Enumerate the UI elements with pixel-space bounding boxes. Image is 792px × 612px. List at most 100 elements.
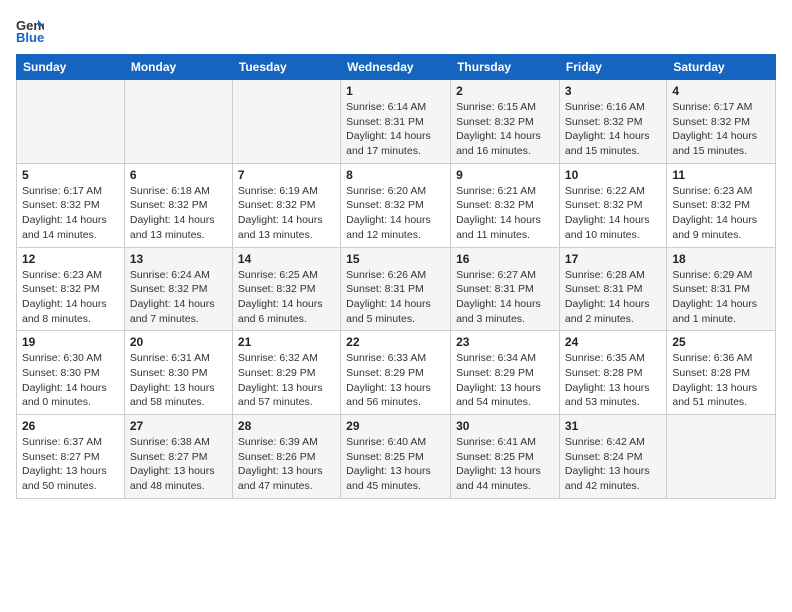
day-detail: Sunrise: 6:17 AM Sunset: 8:32 PM Dayligh… — [22, 184, 119, 243]
day-number: 11 — [672, 168, 770, 182]
day-detail: Sunrise: 6:31 AM Sunset: 8:30 PM Dayligh… — [130, 351, 227, 410]
day-20: 20Sunrise: 6:31 AM Sunset: 8:30 PM Dayli… — [124, 331, 232, 415]
day-27: 27 Sunrise: 6:38 AM Sunset: 8:27 PM Dayli… — [124, 415, 232, 499]
day-detail: Sunrise: 6:15 AM Sunset: 8:32 PM Dayligh… — [456, 100, 554, 159]
day-detail: Sunrise: 6:22 AM Sunset: 8:32 PM Dayligh… — [565, 184, 661, 243]
day-detail: Sunrise: 6:20 AM Sunset: 8:32 PM Dayligh… — [346, 184, 445, 243]
empty-cell — [232, 80, 340, 164]
day-number: 15 — [346, 252, 445, 266]
weekday-monday: Monday — [124, 55, 232, 80]
day-detail: Sunrise: 6:35 AM Sunset: 8:28 PM Dayligh… — [565, 351, 661, 410]
day-6: 6Sunrise: 6:18 AM Sunset: 8:32 PM Daylig… — [124, 163, 232, 247]
day-detail: Sunrise: 6:37 AM Sunset: 8:27 PM Dayligh… — [22, 435, 119, 494]
day-number: 9 — [456, 168, 554, 182]
day-30: 30 Sunrise: 6:41 AM Sunset: 8:25 PM Dayli… — [451, 415, 560, 499]
day-26: 26 Sunrise: 6:37 AM Sunset: 8:27 PM Dayli… — [17, 415, 125, 499]
logo: General Blue — [16, 16, 48, 44]
weekday-friday: Friday — [559, 55, 666, 80]
day-number: 12 — [22, 252, 119, 266]
day-number: 30 — [456, 419, 554, 433]
day-31: 31 Sunrise: 6:42 AM Sunset: 8:24 PM Dayli… — [559, 415, 666, 499]
day-1: 1Sunrise: 6:14 AM Sunset: 8:31 PM Daylig… — [341, 80, 451, 164]
day-detail: Sunrise: 6:29 AM Sunset: 8:31 PM Dayligh… — [672, 268, 770, 327]
day-detail: Sunrise: 6:16 AM Sunset: 8:32 PM Dayligh… — [565, 100, 661, 159]
day-17: 17Sunrise: 6:28 AM Sunset: 8:31 PM Dayli… — [559, 247, 666, 331]
logo-icon: General Blue — [16, 16, 44, 44]
calendar-table: SundayMondayTuesdayWednesdayThursdayFrid… — [16, 54, 776, 499]
day-detail: Sunrise: 6:36 AM Sunset: 8:28 PM Dayligh… — [672, 351, 770, 410]
day-11: 11 Sunrise: 6:23 AM Sunset: 8:32 PM Dayli… — [667, 163, 776, 247]
day-detail: Sunrise: 6:24 AM Sunset: 8:32 PM Dayligh… — [130, 268, 227, 327]
day-19: 19 Sunrise: 6:30 AM Sunset: 8:30 PM Dayli… — [17, 331, 125, 415]
day-number: 17 — [565, 252, 661, 266]
day-detail: Sunrise: 6:34 AM Sunset: 8:29 PM Dayligh… — [456, 351, 554, 410]
empty-cell — [17, 80, 125, 164]
day-detail: Sunrise: 6:30 AM Sunset: 8:30 PM Dayligh… — [22, 351, 119, 410]
day-number: 19 — [22, 335, 119, 349]
day-number: 31 — [565, 419, 661, 433]
day-number: 18 — [672, 252, 770, 266]
day-10: 10 Sunrise: 6:22 AM Sunset: 8:32 PM Dayli… — [559, 163, 666, 247]
day-8: 8 Sunrise: 6:20 AM Sunset: 8:32 PM Daylig… — [341, 163, 451, 247]
day-detail: Sunrise: 6:14 AM Sunset: 8:31 PM Dayligh… — [346, 100, 445, 159]
day-3: 3 Sunrise: 6:16 AM Sunset: 8:32 PM Daylig… — [559, 80, 666, 164]
day-number: 5 — [22, 168, 119, 182]
day-number: 26 — [22, 419, 119, 433]
day-detail: Sunrise: 6:33 AM Sunset: 8:29 PM Dayligh… — [346, 351, 445, 410]
day-4: 4 Sunrise: 6:17 AM Sunset: 8:32 PM Daylig… — [667, 80, 776, 164]
day-detail: Sunrise: 6:39 AM Sunset: 8:26 PM Dayligh… — [238, 435, 335, 494]
weekday-tuesday: Tuesday — [232, 55, 340, 80]
day-number: 6 — [130, 168, 227, 182]
day-detail: Sunrise: 6:25 AM Sunset: 8:32 PM Dayligh… — [238, 268, 335, 327]
day-number: 24 — [565, 335, 661, 349]
day-29: 29Sunrise: 6:40 AM Sunset: 8:25 PM Dayli… — [341, 415, 451, 499]
day-number: 10 — [565, 168, 661, 182]
day-detail: Sunrise: 6:17 AM Sunset: 8:32 PM Dayligh… — [672, 100, 770, 159]
day-number: 25 — [672, 335, 770, 349]
day-number: 23 — [456, 335, 554, 349]
day-detail: Sunrise: 6:27 AM Sunset: 8:31 PM Dayligh… — [456, 268, 554, 327]
day-number: 28 — [238, 419, 335, 433]
day-number: 13 — [130, 252, 227, 266]
svg-text:Blue: Blue — [16, 30, 44, 44]
day-number: 14 — [238, 252, 335, 266]
day-21: 21 Sunrise: 6:32 AM Sunset: 8:29 PM Dayli… — [232, 331, 340, 415]
day-number: 4 — [672, 84, 770, 98]
day-detail: Sunrise: 6:41 AM Sunset: 8:25 PM Dayligh… — [456, 435, 554, 494]
day-number: 8 — [346, 168, 445, 182]
day-9: 9 Sunrise: 6:21 AM Sunset: 8:32 PM Daylig… — [451, 163, 560, 247]
day-23: 23 Sunrise: 6:34 AM Sunset: 8:29 PM Dayli… — [451, 331, 560, 415]
day-24: 24 Sunrise: 6:35 AM Sunset: 8:28 PM Dayli… — [559, 331, 666, 415]
empty-cell — [667, 415, 776, 499]
day-28: 28 Sunrise: 6:39 AM Sunset: 8:26 PM Dayli… — [232, 415, 340, 499]
page-header: General Blue — [16, 16, 776, 44]
day-number: 27 — [130, 419, 227, 433]
day-number: 3 — [565, 84, 661, 98]
day-number: 7 — [238, 168, 335, 182]
weekday-wednesday: Wednesday — [341, 55, 451, 80]
day-detail: Sunrise: 6:42 AM Sunset: 8:24 PM Dayligh… — [565, 435, 661, 494]
day-2: 2 Sunrise: 6:15 AM Sunset: 8:32 PM Daylig… — [451, 80, 560, 164]
day-detail: Sunrise: 6:26 AM Sunset: 8:31 PM Dayligh… — [346, 268, 445, 327]
day-detail: Sunrise: 6:23 AM Sunset: 8:32 PM Dayligh… — [672, 184, 770, 243]
day-detail: Sunrise: 6:38 AM Sunset: 8:27 PM Dayligh… — [130, 435, 227, 494]
day-16: 16 Sunrise: 6:27 AM Sunset: 8:31 PM Dayli… — [451, 247, 560, 331]
weekday-sunday: Sunday — [17, 55, 125, 80]
weekday-saturday: Saturday — [667, 55, 776, 80]
day-detail: Sunrise: 6:21 AM Sunset: 8:32 PM Dayligh… — [456, 184, 554, 243]
day-5: 5 Sunrise: 6:17 AM Sunset: 8:32 PM Daylig… — [17, 163, 125, 247]
day-detail: Sunrise: 6:19 AM Sunset: 8:32 PM Dayligh… — [238, 184, 335, 243]
day-number: 21 — [238, 335, 335, 349]
day-detail: Sunrise: 6:40 AM Sunset: 8:25 PM Dayligh… — [346, 435, 445, 494]
day-number: 2 — [456, 84, 554, 98]
day-13: 13 Sunrise: 6:24 AM Sunset: 8:32 PM Dayli… — [124, 247, 232, 331]
day-15: 15 Sunrise: 6:26 AM Sunset: 8:31 PM Dayli… — [341, 247, 451, 331]
day-25: 25 Sunrise: 6:36 AM Sunset: 8:28 PM Dayli… — [667, 331, 776, 415]
day-detail: Sunrise: 6:23 AM Sunset: 8:32 PM Dayligh… — [22, 268, 119, 327]
day-number: 16 — [456, 252, 554, 266]
day-detail: Sunrise: 6:32 AM Sunset: 8:29 PM Dayligh… — [238, 351, 335, 410]
day-number: 22 — [346, 335, 445, 349]
day-22: 22 Sunrise: 6:33 AM Sunset: 8:29 PM Dayli… — [341, 331, 451, 415]
day-18: 18 Sunrise: 6:29 AM Sunset: 8:31 PM Dayli… — [667, 247, 776, 331]
calendar-header: SundayMondayTuesdayWednesdayThursdayFrid… — [17, 55, 776, 80]
